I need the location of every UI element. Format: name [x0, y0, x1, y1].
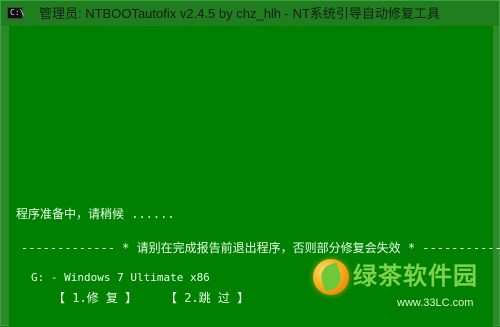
os-entry: G: - Windows 7 Ultimate x86 [31, 271, 210, 284]
watermark-logo-icon [313, 259, 349, 295]
console-window: C:\ 管理员: NTBOOTautofix v2.4.5 by chz_hlh… [0, 0, 500, 327]
status-line: 程序准备中，请稍候 ...... [16, 207, 175, 221]
skip-button[interactable]: 【 2.跳 过 】 [165, 291, 249, 305]
title-bar[interactable]: C:\ 管理员: NTBOOTautofix v2.4.5 by chz_hlh… [1, 1, 499, 26]
warning-line: ------------- * 请别在完成报告前退出程序，否则部分修复会失效 *… [21, 241, 500, 255]
watermark-url: www.33LC.com [397, 297, 474, 309]
console-icon: C:\ [7, 7, 25, 19]
console-icon-label: C:\ [10, 8, 25, 17]
repair-button[interactable]: 【 1.修 复 】 [53, 291, 137, 305]
watermark-text: 绿茶软件园 [353, 262, 478, 290]
window-title: 管理员: NTBOOTautofix v2.4.5 by chz_hlh - N… [39, 6, 440, 21]
